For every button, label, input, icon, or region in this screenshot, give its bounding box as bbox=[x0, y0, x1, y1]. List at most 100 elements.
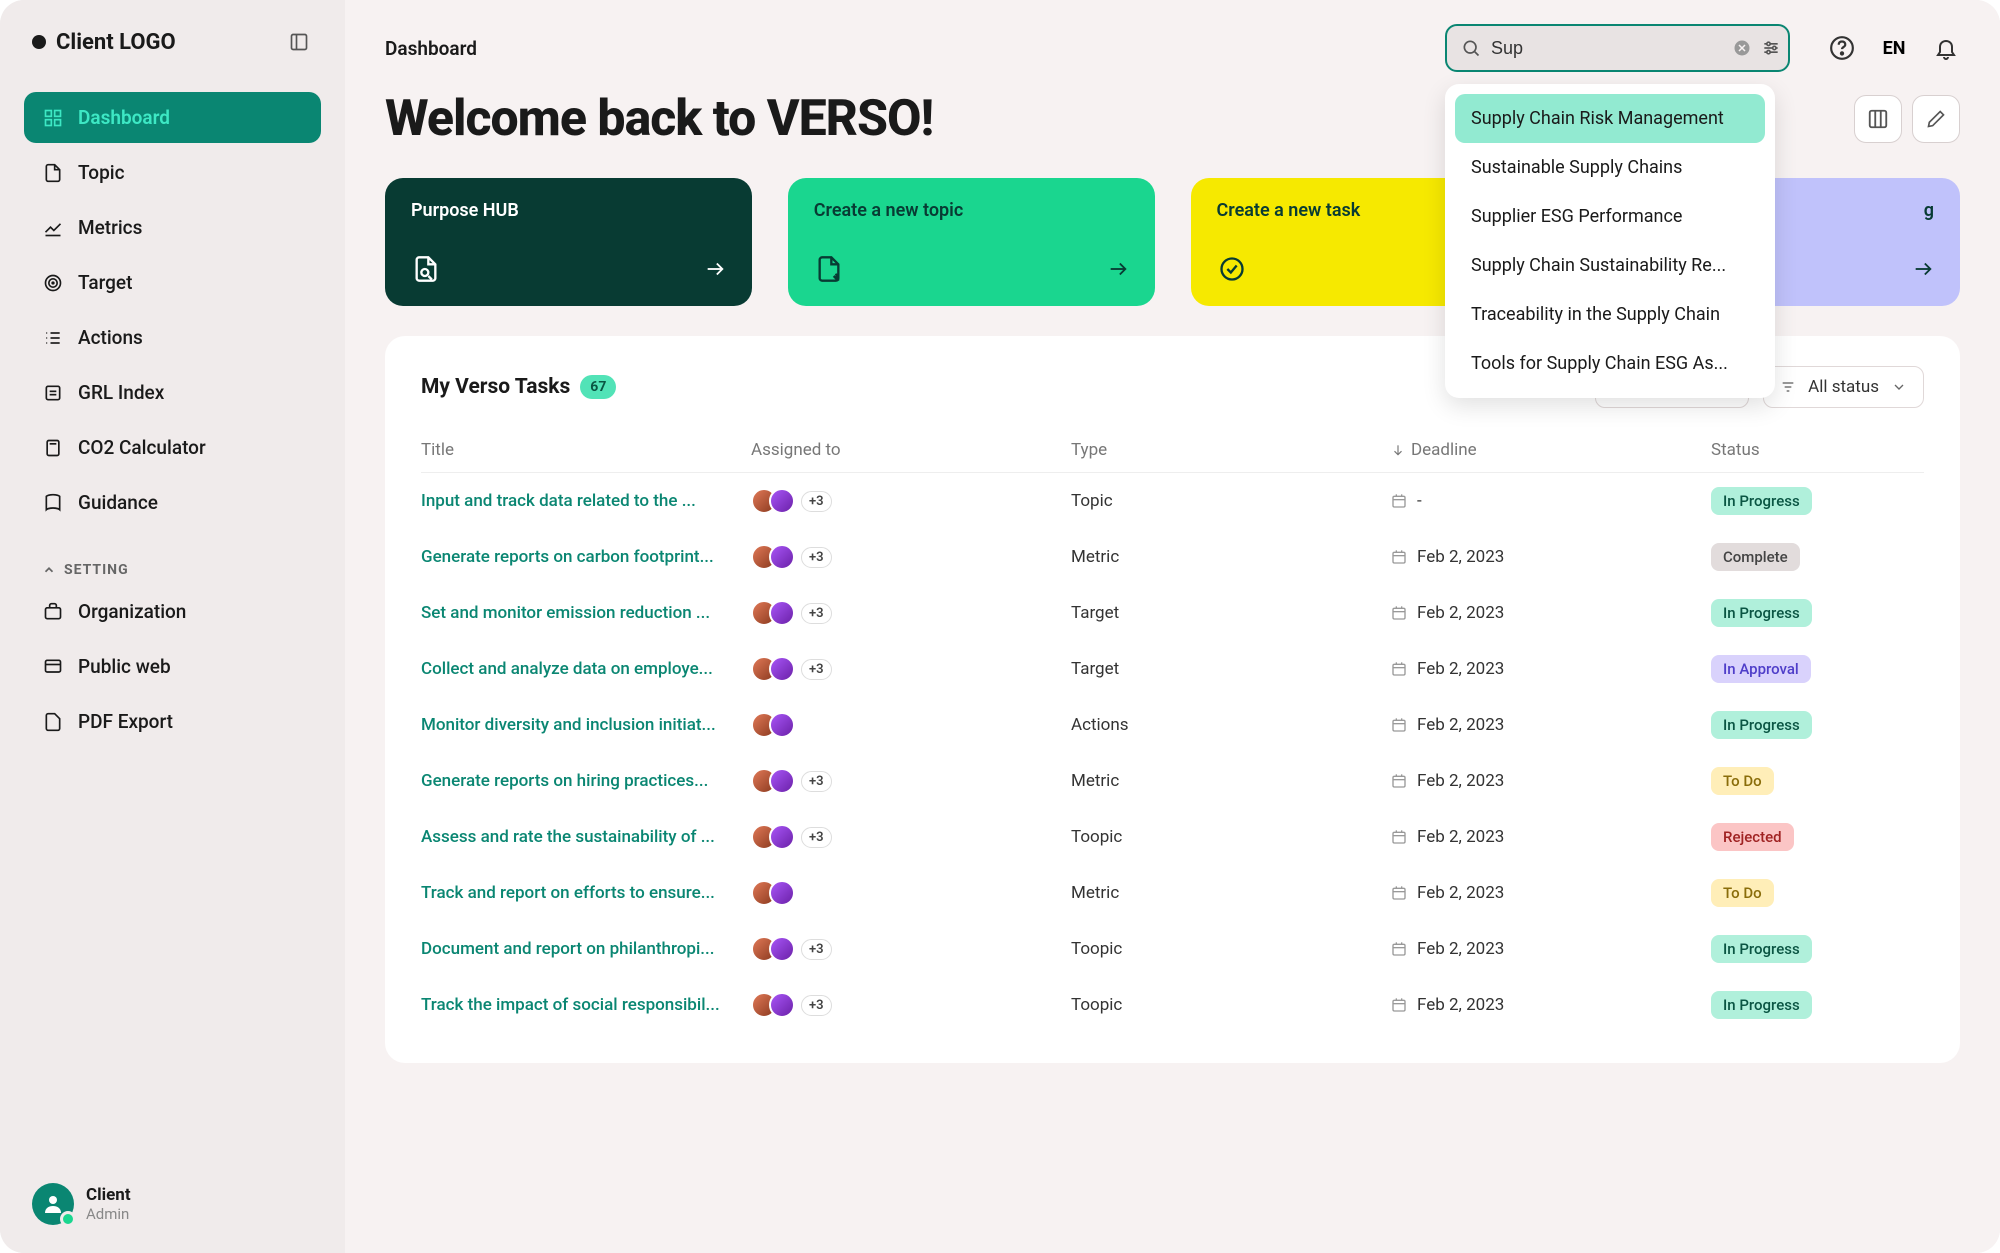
org-icon bbox=[42, 601, 64, 623]
tasks-table: Title Assigned to Type Deadline Status I… bbox=[421, 428, 1924, 1033]
sidebar-item-metrics[interactable]: Metrics bbox=[24, 202, 321, 253]
nav-label: Guidance bbox=[78, 491, 158, 514]
task-title-link[interactable]: Generate reports on hiring practices... bbox=[421, 771, 751, 791]
task-title-link[interactable]: Track and report on efforts to ensure... bbox=[421, 883, 751, 903]
more-assignees-badge: +3 bbox=[801, 771, 832, 792]
search-suggestion-item[interactable]: Supply Chain Sustainability Re... bbox=[1455, 241, 1765, 290]
search-box[interactable] bbox=[1445, 24, 1790, 72]
clear-search-button[interactable] bbox=[1733, 39, 1751, 57]
sidebar-item-dashboard[interactable]: Dashboard bbox=[24, 92, 321, 143]
main-area: Dashboard Supply Chain Risk ManagementSu… bbox=[345, 0, 2000, 1253]
sidebar-item-organization[interactable]: Organization bbox=[24, 586, 321, 637]
columns-view-button[interactable] bbox=[1854, 95, 1902, 143]
avatar-icon bbox=[769, 936, 795, 962]
table-row[interactable]: Generate reports on carbon footprint...+… bbox=[421, 529, 1924, 585]
col-assigned[interactable]: Assigned to bbox=[751, 440, 1071, 460]
sidebar-item-pdf-export[interactable]: PDF Export bbox=[24, 696, 321, 747]
status-badge: To Do bbox=[1711, 767, 1774, 795]
welcome-title: Welcome back to VERSO! bbox=[385, 90, 933, 148]
tasks-table-body[interactable]: Input and track data related to the ... +… bbox=[421, 473, 1924, 1033]
search-suggestion-item[interactable]: Sustainable Supply Chains bbox=[1455, 143, 1765, 192]
search-suggestions-dropdown: Supply Chain Risk ManagementSustainable … bbox=[1445, 84, 1775, 398]
sidebar-item-guidance[interactable]: Guidance bbox=[24, 477, 321, 528]
type-cell: Toopic bbox=[1071, 939, 1391, 959]
search-input[interactable] bbox=[1491, 38, 1723, 59]
table-row[interactable]: Set and monitor emission reduction ...+3… bbox=[421, 585, 1924, 641]
table-row[interactable]: Assess and rate the sustainability of ..… bbox=[421, 809, 1924, 865]
avatar-icon bbox=[769, 824, 795, 850]
tasks-table-head: Title Assigned to Type Deadline Status bbox=[421, 428, 1924, 473]
sidebar-item-co2-calculator[interactable]: CO2 Calculator bbox=[24, 422, 321, 473]
search-suggestion-item[interactable]: Supplier ESG Performance bbox=[1455, 192, 1765, 241]
table-row[interactable]: Track the impact of social responsibil..… bbox=[421, 977, 1924, 1033]
calendar-icon bbox=[1391, 885, 1407, 901]
search-filter-button[interactable] bbox=[1761, 38, 1781, 58]
type-cell: Metric bbox=[1071, 771, 1391, 791]
col-status[interactable]: Status bbox=[1711, 440, 1901, 460]
client-logo: Client LOGO bbox=[32, 30, 176, 55]
file-icon bbox=[42, 162, 64, 184]
sidebar-item-target[interactable]: Target bbox=[24, 257, 321, 308]
tasks-panel: My Verso Tasks 67 All types All status bbox=[385, 336, 1960, 1063]
user-box[interactable]: Client Admin bbox=[24, 1175, 321, 1233]
sidebar-item-actions[interactable]: Actions bbox=[24, 312, 321, 363]
avatar-icon bbox=[769, 656, 795, 682]
search-suggestion-item[interactable]: Tools for Supply Chain ESG As... bbox=[1455, 339, 1765, 388]
tasks-count-badge: 67 bbox=[580, 375, 616, 399]
table-row[interactable]: Generate reports on hiring practices... +… bbox=[421, 753, 1924, 809]
card-dark[interactable]: Purpose HUB bbox=[385, 178, 752, 306]
sidebar-item-public-web[interactable]: Public web bbox=[24, 641, 321, 692]
task-title-link[interactable]: Generate reports on carbon footprint... bbox=[421, 547, 751, 567]
col-type[interactable]: Type bbox=[1071, 440, 1391, 460]
task-title-link[interactable]: Collect and analyze data on employe... bbox=[421, 659, 751, 679]
status-cell: In Progress bbox=[1711, 991, 1901, 1019]
table-row[interactable]: Monitor diversity and inclusion initiat.… bbox=[421, 697, 1924, 753]
task-title-link[interactable]: Track the impact of social responsibil..… bbox=[421, 995, 751, 1015]
card-teal[interactable]: Create a new topic bbox=[788, 178, 1155, 306]
col-title[interactable]: Title bbox=[421, 440, 751, 460]
assignees-cell bbox=[751, 880, 1071, 906]
sidebar-item-topic[interactable]: Topic bbox=[24, 147, 321, 198]
more-assignees-badge: +3 bbox=[801, 939, 832, 960]
calendar-icon bbox=[1391, 997, 1407, 1013]
calendar-icon bbox=[1391, 549, 1407, 565]
status-badge: In Progress bbox=[1711, 711, 1812, 739]
card-icon bbox=[1217, 254, 1247, 284]
arrow-right-icon bbox=[1912, 258, 1934, 280]
status-cell: In Approval bbox=[1711, 655, 1901, 683]
user-role: Admin bbox=[86, 1205, 131, 1223]
search-suggestion-item[interactable]: Traceability in the Supply Chain bbox=[1455, 290, 1765, 339]
type-cell: Actions bbox=[1071, 715, 1391, 735]
collapse-sidebar-button[interactable] bbox=[285, 28, 313, 56]
task-title-link[interactable]: Assess and rate the sustainability of ..… bbox=[421, 827, 751, 847]
help-button[interactable] bbox=[1828, 34, 1856, 62]
sidebar: Client LOGO DashboardTopicMetricsTargetA… bbox=[0, 0, 345, 1253]
task-title-link[interactable]: Set and monitor emission reduction ... bbox=[421, 603, 751, 623]
deadline-cell: Feb 2, 2023 bbox=[1391, 883, 1711, 903]
deadline-cell: Feb 2, 2023 bbox=[1391, 939, 1711, 959]
table-row[interactable]: Input and track data related to the ...+… bbox=[421, 473, 1924, 529]
notifications-button[interactable] bbox=[1932, 34, 1960, 62]
filter-status-dropdown[interactable]: All status bbox=[1763, 366, 1924, 408]
search-suggestion-item[interactable]: Supply Chain Risk Management bbox=[1455, 94, 1765, 143]
status-badge: In Progress bbox=[1711, 599, 1812, 627]
avatar-icon bbox=[769, 712, 795, 738]
table-row[interactable]: Document and report on philanthropi... +3… bbox=[421, 921, 1924, 977]
type-cell: Metric bbox=[1071, 547, 1391, 567]
type-cell: Toopic bbox=[1071, 827, 1391, 847]
avatar-icon bbox=[769, 768, 795, 794]
language-switcher[interactable]: EN bbox=[1880, 34, 1908, 62]
index-icon bbox=[42, 382, 64, 404]
settings-section-toggle[interactable]: SETTING bbox=[24, 548, 321, 586]
task-title-link[interactable]: Document and report on philanthropi... bbox=[421, 939, 751, 959]
status-cell: In Progress bbox=[1711, 599, 1901, 627]
table-row[interactable]: Track and report on efforts to ensure...… bbox=[421, 865, 1924, 921]
sidebar-item-grl-index[interactable]: GRL Index bbox=[24, 367, 321, 418]
edit-view-button[interactable] bbox=[1912, 95, 1960, 143]
table-row[interactable]: Collect and analyze data on employe...+3… bbox=[421, 641, 1924, 697]
status-cell: Rejected bbox=[1711, 823, 1901, 851]
filter-status-label: All status bbox=[1808, 377, 1879, 397]
col-deadline[interactable]: Deadline bbox=[1391, 440, 1711, 460]
task-title-link[interactable]: Input and track data related to the ... bbox=[421, 491, 751, 511]
task-title-link[interactable]: Monitor diversity and inclusion initiat.… bbox=[421, 715, 751, 735]
